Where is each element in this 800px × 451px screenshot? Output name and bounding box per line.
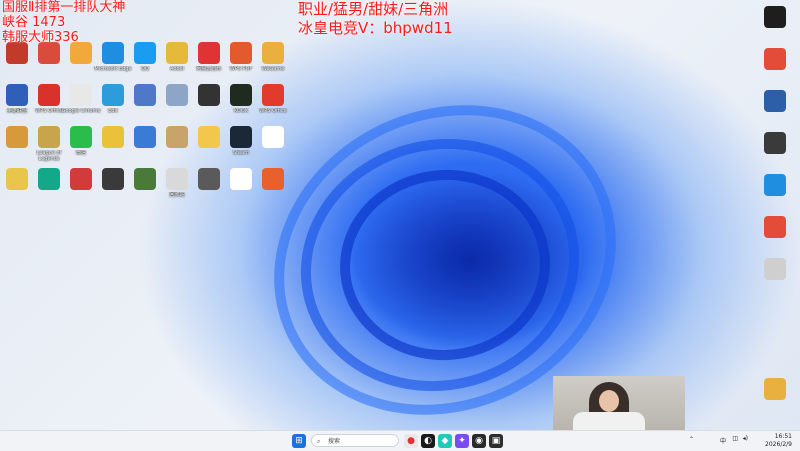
taskbar-app-icon[interactable]: ◉ [472,434,486,448]
shortcut-label [252,150,294,163]
app-icon [134,126,156,148]
app-icon [6,168,28,190]
desktop-shortcut-icon[interactable] [760,214,790,258]
app-icon [134,42,156,64]
start-button[interactable]: ⊞ [292,434,306,448]
desktop-shortcut-icon[interactable] [760,46,790,90]
clock-date: 2026/2/9 [765,441,792,448]
app-icon [166,126,188,148]
app-icon [38,84,60,106]
app-icon [230,126,252,148]
clock[interactable]: 16:51 2026/2/9 [765,433,792,449]
app-icon [764,48,786,70]
app-icon [764,132,786,154]
stream-overlay-left: 国服Ⅱ排第一排队大神 峡谷 1473 韩服大师336 [2,0,125,45]
clock-time: 16:51 [774,433,792,440]
webcam-overlay [553,376,685,430]
app-icon [198,168,220,190]
shortcut-label [252,192,294,205]
app-icon [230,42,252,64]
webcam-body [573,412,645,430]
overlay-right-line2: 冰皇电竞V：bhpwd11 [298,19,453,37]
desktop-shortcut-icon[interactable] [760,172,790,216]
search-icon: ⌕ [317,438,321,445]
app-icon [764,174,786,196]
chevron-up-icon[interactable]: ⌃ [689,436,694,443]
app-icon [102,168,124,190]
app-icon [166,168,188,190]
stream-overlay-right: 职业/猛男/甜妹/三角洲 冰皇电竞V：bhpwd11 [298,0,453,38]
app-icon [6,84,28,106]
webcam-face [599,390,619,412]
taskbar-app-icon[interactable]: ▣ [489,434,503,448]
desktop-shortcut-icon[interactable] [258,124,288,168]
app-icon [230,84,252,106]
search-placeholder: 搜索 [328,438,341,445]
desktop-shortcut-icon[interactable] [760,88,790,132]
taskbar-app-icon[interactable]: ◐ [421,434,435,448]
app-icon [70,126,92,148]
app-icon [38,126,60,148]
taskbar-app-icon[interactable]: ✦ [455,434,469,448]
app-icon [262,42,284,64]
app-icon [134,168,156,190]
app-icon [38,42,60,64]
volume-icon[interactable]: ◂) [743,435,748,442]
app-icon [230,168,252,190]
app-icon [70,168,92,190]
desktop-shortcut-icon[interactable] [760,4,790,48]
desktop-wallpaper: Microsoft Edge QQ Aobel 网易云音乐 WPS PDF WeGame 英… [0,0,800,430]
app-icon [166,42,188,64]
app-icon [70,42,92,64]
language-indicator[interactable]: 中 [720,436,726,445]
overlay-left-line2: 峡谷 1473 [2,15,66,30]
app-icon [166,84,188,106]
app-icon [198,126,220,148]
app-icon [262,84,284,106]
app-icon [6,42,28,64]
app-icon [38,168,60,190]
app-icon [198,84,220,106]
app-icon [134,84,156,106]
app-icon [764,216,786,238]
app-icon [764,90,786,112]
app-icon [198,42,220,64]
shortcut-label: WPS Office [259,108,287,114]
overlay-left-line3: 韩服大师336 [2,30,79,45]
desktop-shortcut-icon[interactable] [258,166,288,210]
app-icon [764,258,786,280]
taskbar-app-icon[interactable]: ◆ [438,434,452,448]
taskbar-search-box[interactable]: ⌕ 搜索 [311,434,399,447]
overlay-left-line1: 国服Ⅱ排第一排队大神 [2,0,126,15]
taskbar: ⊞ ⌕ 搜索 ● ◐ ◆ ✦ ◉ ▣ ⌃ 中 ◫ ◂) 16:51 2026/2… [0,430,800,451]
shortcut-label: WeGame [261,66,285,72]
desktop-shortcut-icon[interactable]: WPS Office [258,82,288,126]
app-icon [102,126,124,148]
app-icon [262,168,284,190]
chrome-taskbar-icon[interactable]: ● [404,434,418,448]
app-icon [262,126,284,148]
desktop-shortcut-icon[interactable] [760,130,790,174]
app-icon [102,84,124,106]
overlay-right-line1: 职业/猛男/甜妹/三角洲 [298,0,449,18]
app-icon [764,6,786,28]
app-icon [764,378,786,400]
windows-icon: ⊞ [295,436,303,446]
desktop-shortcut-icon[interactable] [760,376,790,420]
desktop-shortcut-icon[interactable] [760,256,790,300]
app-icon [6,126,28,148]
network-icon[interactable]: ◫ [732,435,738,442]
app-icon [102,42,124,64]
desktop-shortcut-icon[interactable]: WeGame [258,40,288,84]
app-icon [70,84,92,106]
